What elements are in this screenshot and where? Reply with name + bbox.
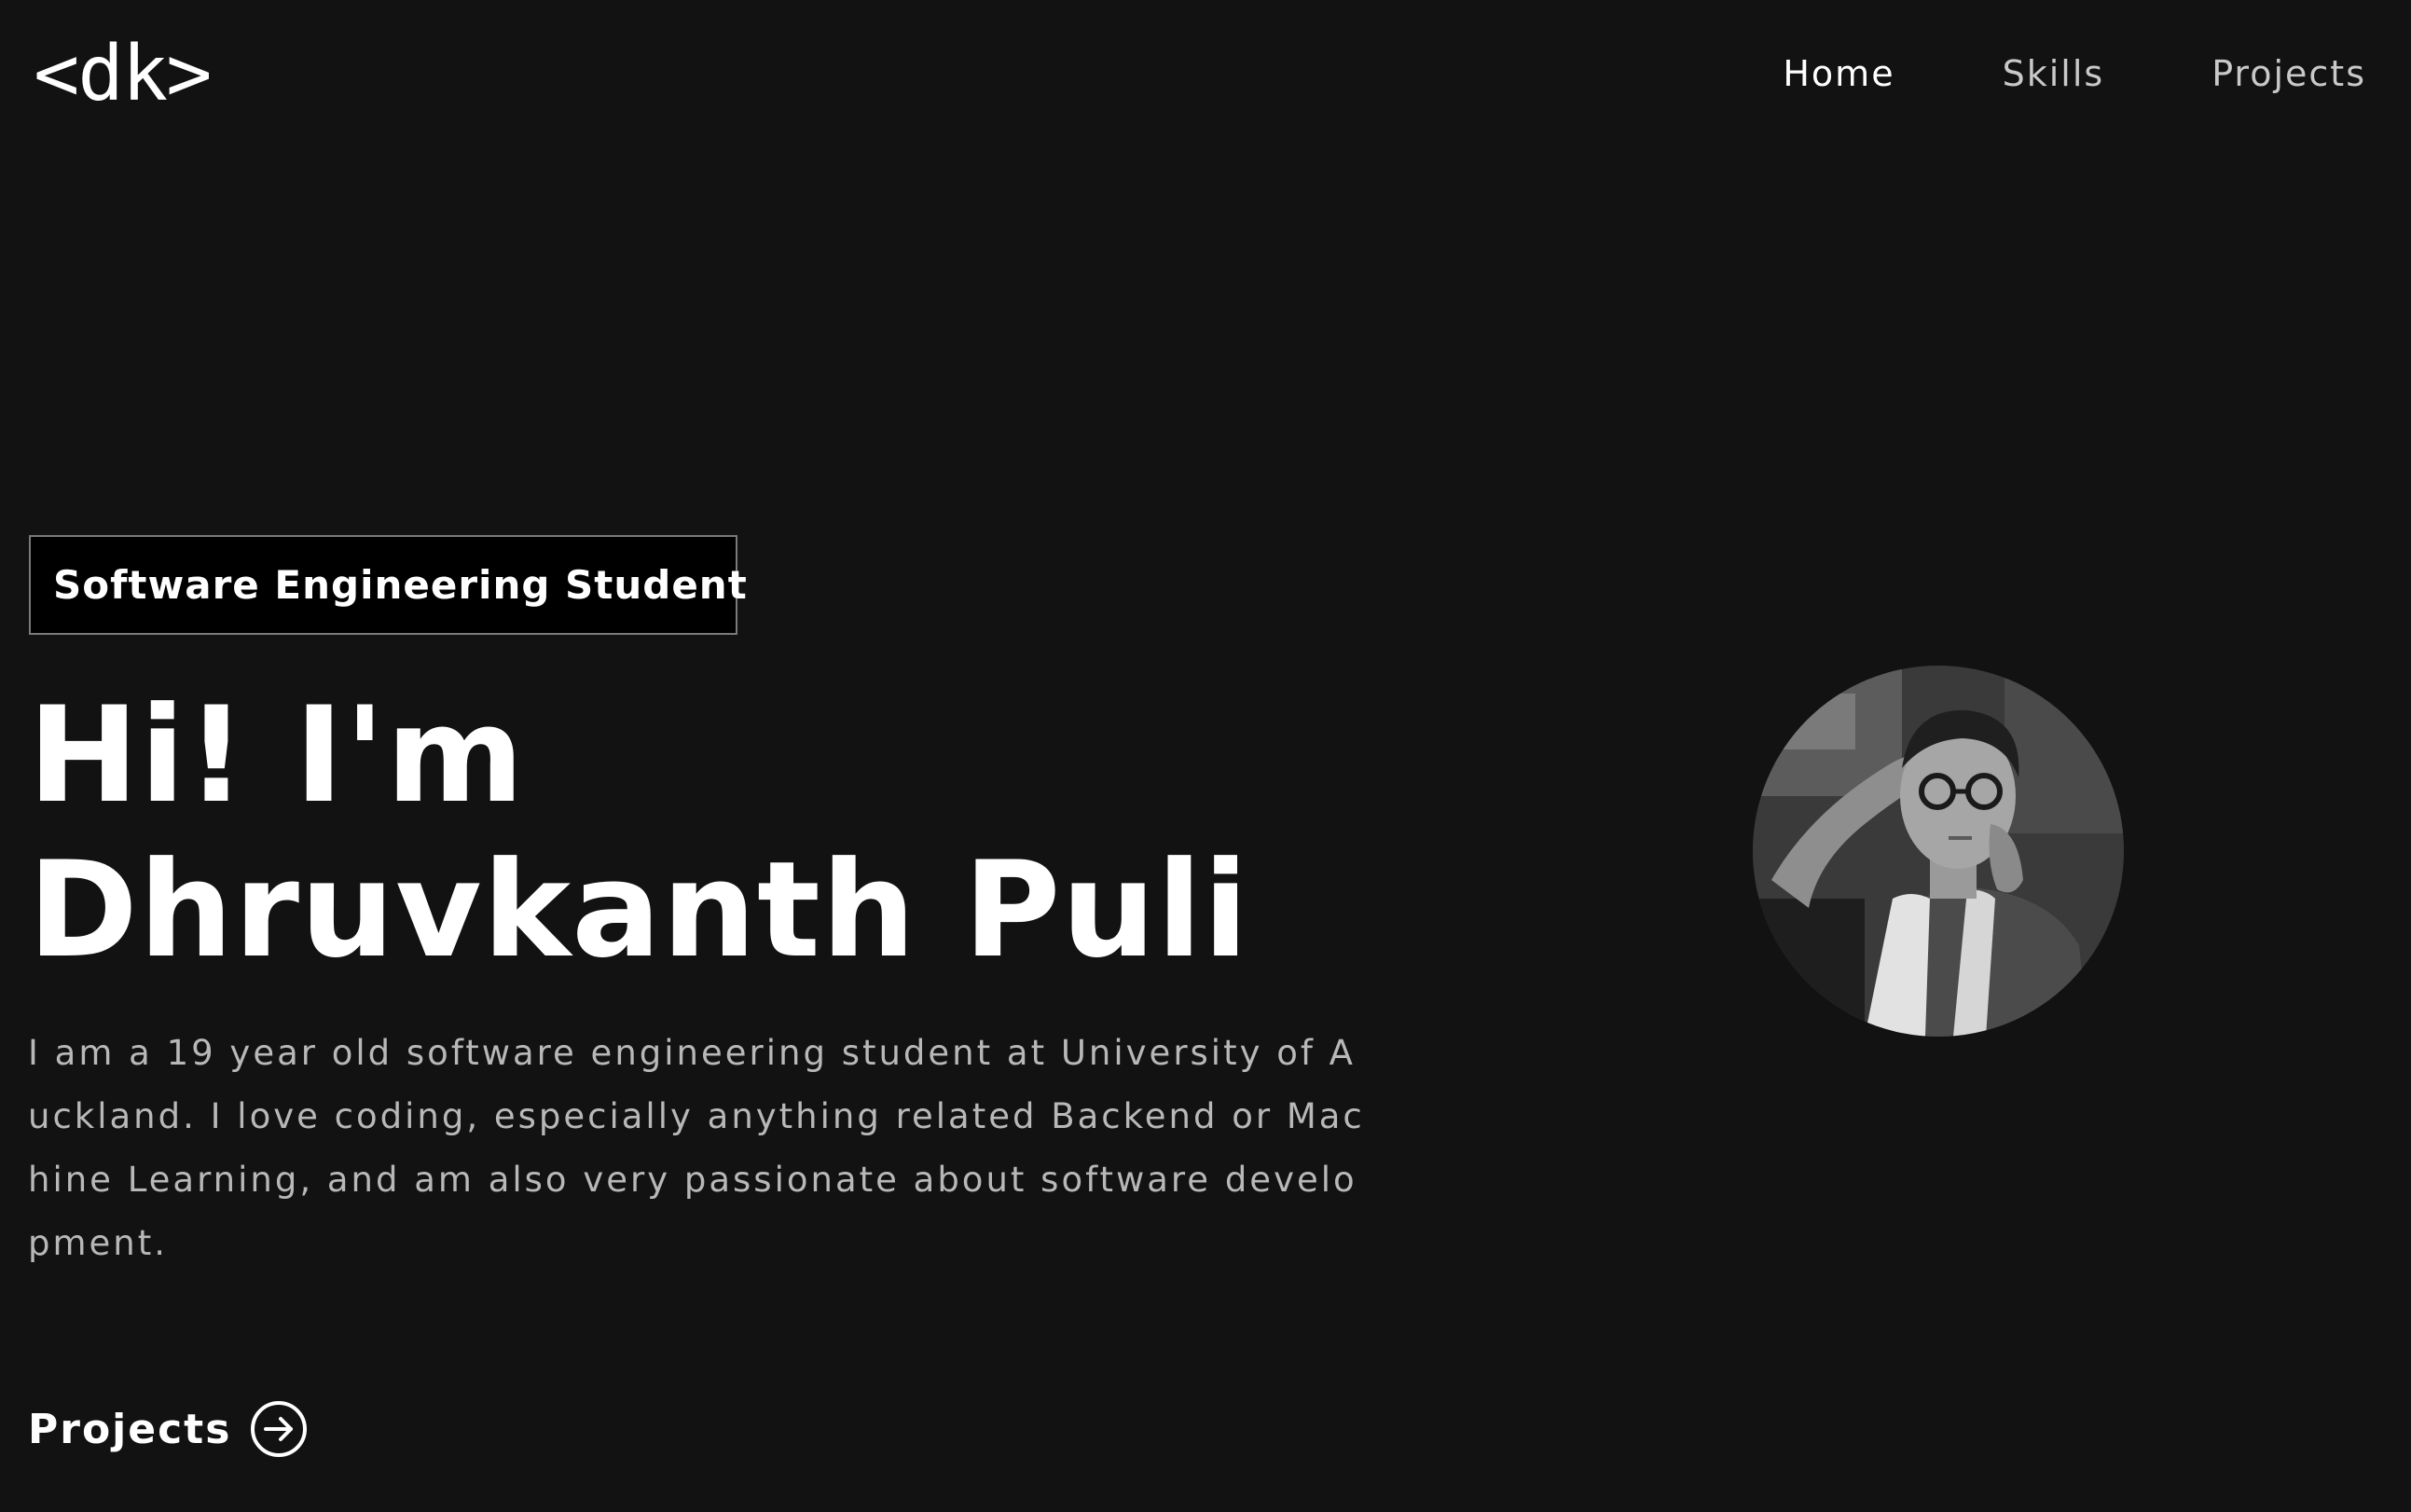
projects-cta-label: Projects [28,1405,232,1453]
nav-link-projects[interactable]: Projects [2211,47,2366,101]
main-nav: Home Skills Projects [1783,47,2366,101]
hero-title: Hi! I'm Dhruvkanth Puli [28,679,1249,987]
nav-link-skills[interactable]: Skills [2003,47,2105,101]
profile-photo-illustration [1753,666,2124,1037]
profile-photo [1753,666,2124,1037]
arrow-right-circle-icon [251,1401,308,1457]
role-text: Software Engineering Student [53,562,748,608]
site-logo[interactable]: <dk> [34,30,212,119]
nav-link-home[interactable]: Home [1783,47,1894,101]
hero-bio: I am a 19 year old software engineering … [28,1033,1365,1263]
role-typewriter-box: Software Engineering Student [29,535,747,635]
projects-cta-link[interactable]: Projects [28,1400,308,1458]
